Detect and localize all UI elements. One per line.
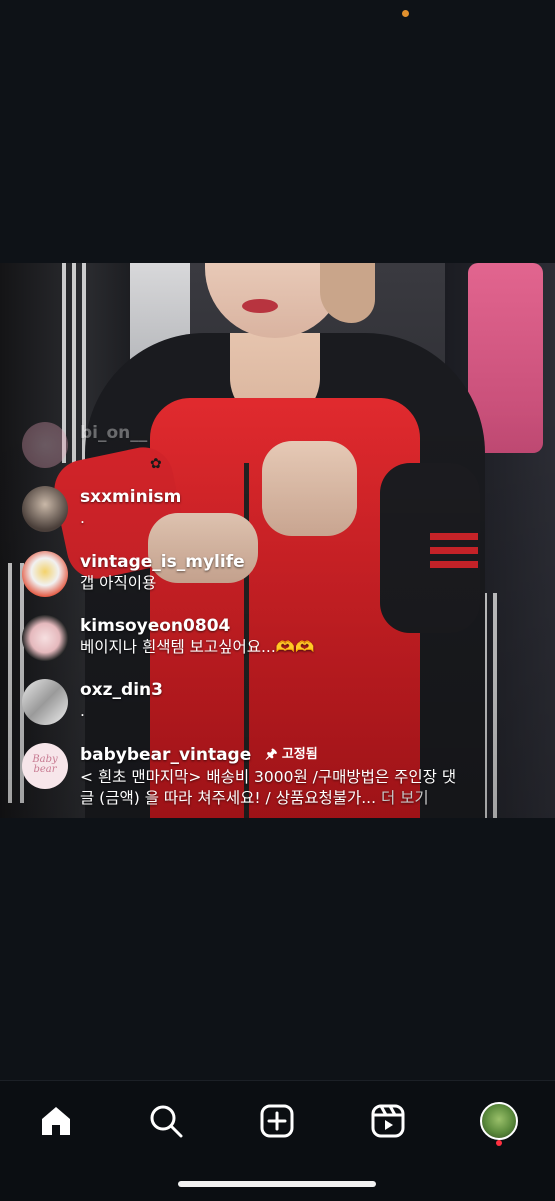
comment-message: 갭 아직이용	[80, 574, 157, 592]
avatar[interactable]: Baby bear	[22, 743, 68, 789]
profile-avatar-image	[480, 1102, 518, 1140]
babybear-logo-icon: Baby bear	[32, 754, 58, 775]
comment-message: 베이지나 흰색템 보고싶어요...🫶🫶	[80, 638, 315, 656]
comment-item[interactable]: vintage_is_mylife 갭 아직이용	[22, 551, 245, 597]
pinned-label: 고정됨	[281, 747, 318, 762]
comment-message-text: 글 (금액) 을 따라 쳐주세요! / 상품요청불가...	[80, 789, 377, 807]
lips	[242, 299, 278, 313]
profile-avatar[interactable]	[479, 1101, 519, 1141]
comment-username[interactable]: sxxminism	[80, 486, 181, 508]
comment-username[interactable]: babybear_vintage	[80, 744, 251, 766]
pinned-badge: 🖈 고정됨	[265, 743, 317, 767]
avatar[interactable]	[22, 615, 68, 661]
comment-item[interactable]: bi_on__	[22, 422, 147, 468]
avatar[interactable]	[22, 486, 68, 532]
reels-icon[interactable]	[368, 1101, 408, 1141]
status-indicator-dot	[402, 10, 409, 17]
search-icon[interactable]	[146, 1101, 186, 1141]
comment-item[interactable]: kimsoyeon0804 베이지나 흰색템 보고싶어요...🫶🫶	[22, 615, 314, 661]
comment-username[interactable]: vintage_is_mylife	[80, 551, 245, 573]
home-icon[interactable]	[36, 1101, 76, 1141]
comment-username[interactable]: oxz_din3	[80, 679, 163, 701]
comment-username[interactable]: kimsoyeon0804	[80, 615, 314, 637]
create-post-icon[interactable]	[257, 1101, 297, 1141]
comment-item[interactable]: oxz_din3 .	[22, 679, 163, 725]
notification-dot	[496, 1140, 502, 1146]
avatar[interactable]	[22, 551, 68, 597]
see-more-link[interactable]: 더 보기	[381, 789, 429, 807]
comment-username[interactable]: bi_on__	[80, 422, 147, 444]
comment-item[interactable]: sxxminism .	[22, 486, 181, 532]
comment-message: .	[80, 509, 85, 527]
hair	[320, 263, 375, 323]
comment-message: .	[80, 702, 85, 720]
live-video[interactable]: ✿	[0, 263, 555, 818]
comment-message-line2: 글 (금액) 을 따라 쳐주세요! / 상품요청불가... 더 보기	[80, 788, 456, 809]
pin-icon: 🖈	[265, 747, 278, 762]
comment-message-line1: < 흰초 맨마지막> 배송비 3000원 /구매방법은 주인장 댓	[80, 768, 457, 786]
avatar[interactable]	[22, 679, 68, 725]
pinned-comment-item[interactable]: Baby bear babybear_vintage 🖈 고정됨 < 흰초 맨마지…	[22, 743, 456, 809]
avatar[interactable]	[22, 422, 68, 468]
home-indicator[interactable]	[178, 1181, 376, 1187]
